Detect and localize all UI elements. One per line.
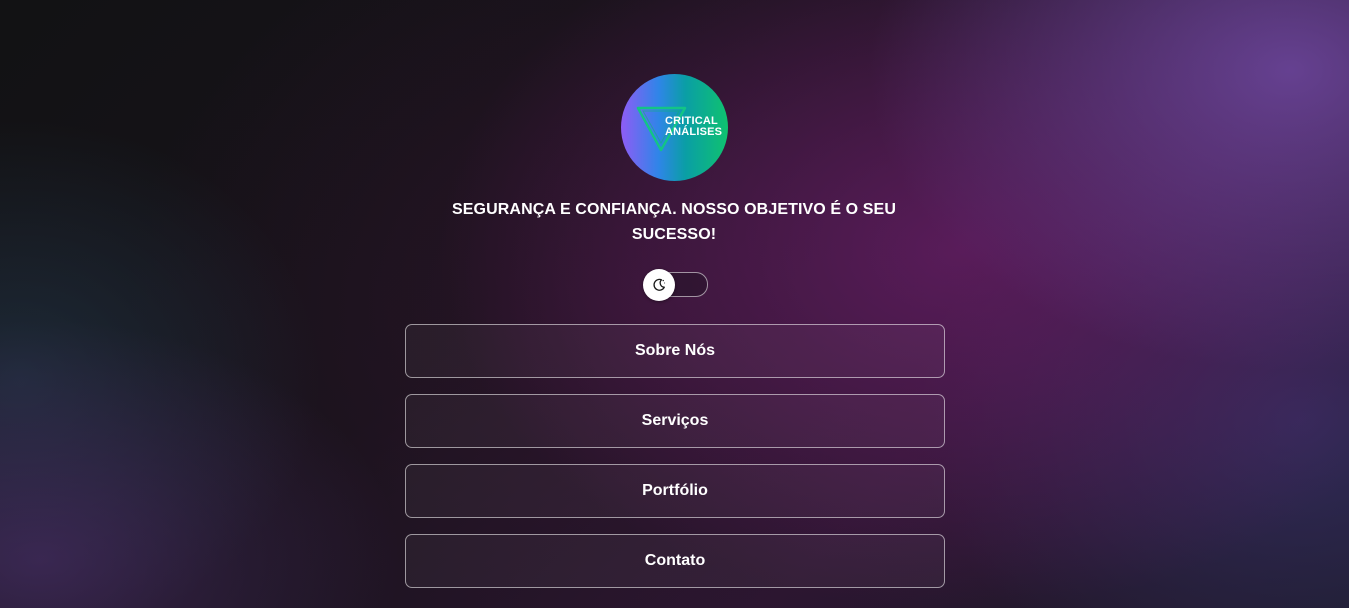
brand-logo: CRITICAL ANÁLISES [621, 74, 728, 181]
brand-logo-text: CRITICAL ANÁLISES [665, 116, 727, 138]
portfolio-button-label: Portfólio [642, 482, 708, 499]
about-button-label: Sobre Nós [634, 342, 715, 359]
contact-button-label: Contato [644, 552, 706, 569]
services-button[interactable]: Serviços [405, 394, 945, 448]
portfolio-button[interactable]: Portfólio [405, 464, 945, 518]
theme-toggle-knob[interactable] [643, 269, 675, 301]
about-button[interactable]: Sobre Nós [405, 324, 945, 378]
tagline: SEGURANÇA E CONFIANÇA. NOSSO OBJETIVO É … [452, 201, 896, 243]
contact-button[interactable]: Contato [405, 534, 945, 588]
moon-icon [653, 278, 666, 291]
services-button-label: Serviços [641, 412, 709, 429]
brand-name-line2: ANÁLISES [665, 126, 723, 138]
